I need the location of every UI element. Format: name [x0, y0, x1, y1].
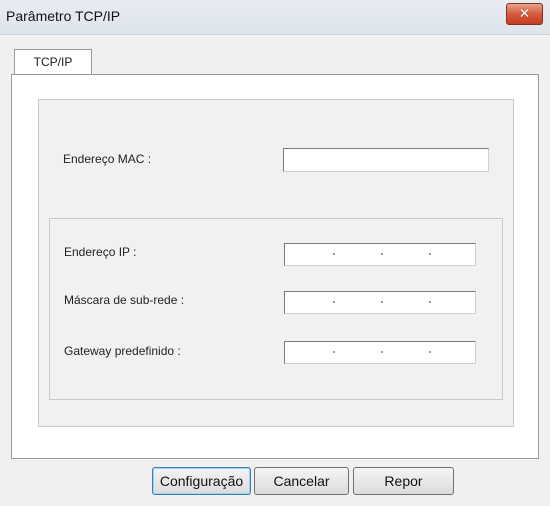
reset-button[interactable]: Repor	[353, 467, 454, 495]
subnet-mask-label: Máscara de sub-rede :	[64, 293, 185, 307]
tab-panel-tcpip: Endereço MAC : Endereço IP : Máscara de …	[11, 74, 539, 459]
tcpip-dialog: Parâmetro TCP/IP ✕ TCP/IP Endereço MAC :…	[0, 0, 550, 506]
window-title: Parâmetro TCP/IP	[6, 8, 121, 24]
close-button[interactable]: ✕	[506, 3, 543, 25]
ip-separator	[429, 301, 431, 303]
ip-separator	[429, 351, 431, 353]
cancel-button[interactable]: Cancelar	[254, 467, 349, 495]
ip-separator	[429, 253, 431, 255]
close-x-icon: ✕	[518, 6, 531, 22]
default-gateway-label: Gateway predefinido :	[64, 344, 181, 358]
ip-separator	[381, 253, 383, 255]
default-gateway-field[interactable]	[284, 341, 476, 364]
mac-address-field[interactable]	[283, 148, 489, 172]
ip-settings-group: Endereço IP : Máscara de sub-rede : Gate…	[49, 218, 503, 400]
configuration-button[interactable]: Configuração	[152, 467, 251, 495]
ip-separator	[381, 351, 383, 353]
settings-group: Endereço MAC : Endereço IP : Máscara de …	[38, 99, 514, 427]
ip-separator	[333, 253, 335, 255]
ip-separator	[333, 351, 335, 353]
tab-tcpip[interactable]: TCP/IP	[14, 49, 92, 74]
ip-address-label: Endereço IP :	[64, 245, 137, 259]
ip-separator	[333, 301, 335, 303]
ip-address-field[interactable]	[284, 243, 476, 266]
mac-address-label: Endereço MAC :	[63, 152, 152, 166]
ip-separator	[381, 301, 383, 303]
subnet-mask-field[interactable]	[284, 291, 476, 314]
title-bar: Parâmetro TCP/IP ✕	[0, 0, 550, 35]
